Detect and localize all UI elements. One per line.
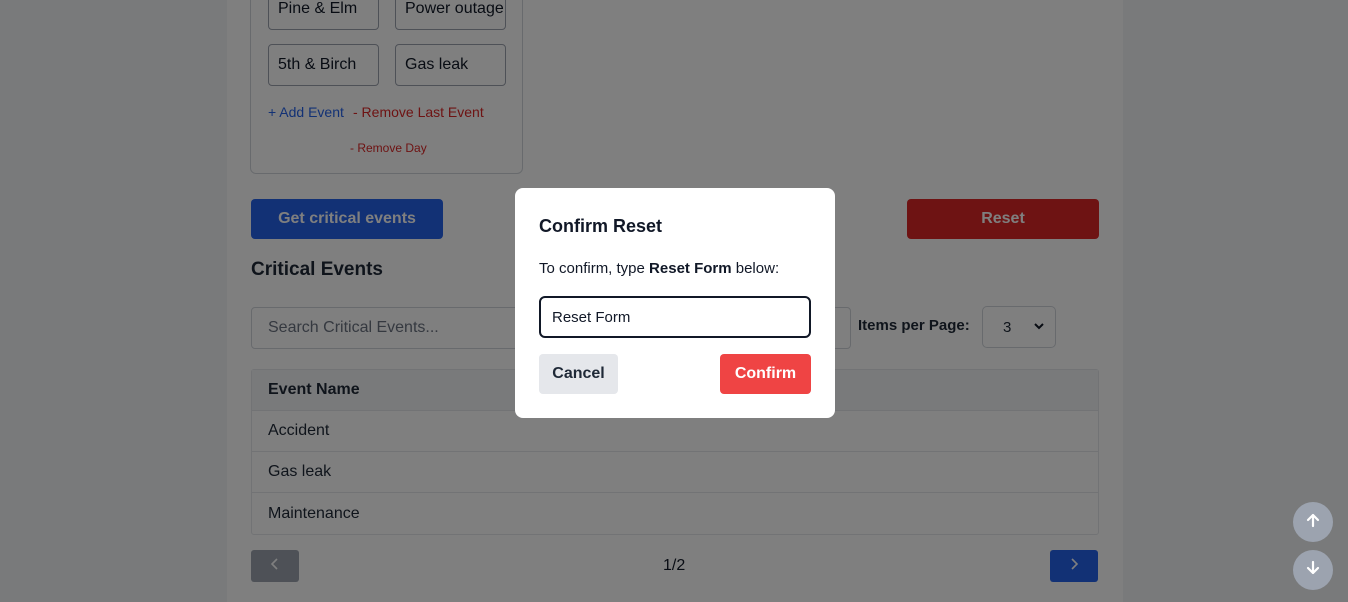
scroll-up-button[interactable] [1293,502,1333,542]
modal-title: Confirm Reset [539,216,663,236]
scroll-down-button[interactable] [1293,550,1333,590]
instruction-prefix: To confirm, type [539,260,650,277]
instruction-suffix: below: [731,260,780,277]
confirm-reset-modal: Confirm Reset To confirm, type Reset For… [515,188,835,418]
arrow-up-icon [1305,512,1321,533]
modal-instructions: To confirm, type Reset Form below: [539,260,779,277]
confirm-text-input[interactable]: Reset Form [539,296,811,338]
confirm-button[interactable]: Confirm [720,354,811,394]
cancel-button[interactable]: Cancel [539,354,618,394]
instruction-keyword: Reset Form [649,260,732,277]
arrow-down-icon [1305,560,1321,581]
